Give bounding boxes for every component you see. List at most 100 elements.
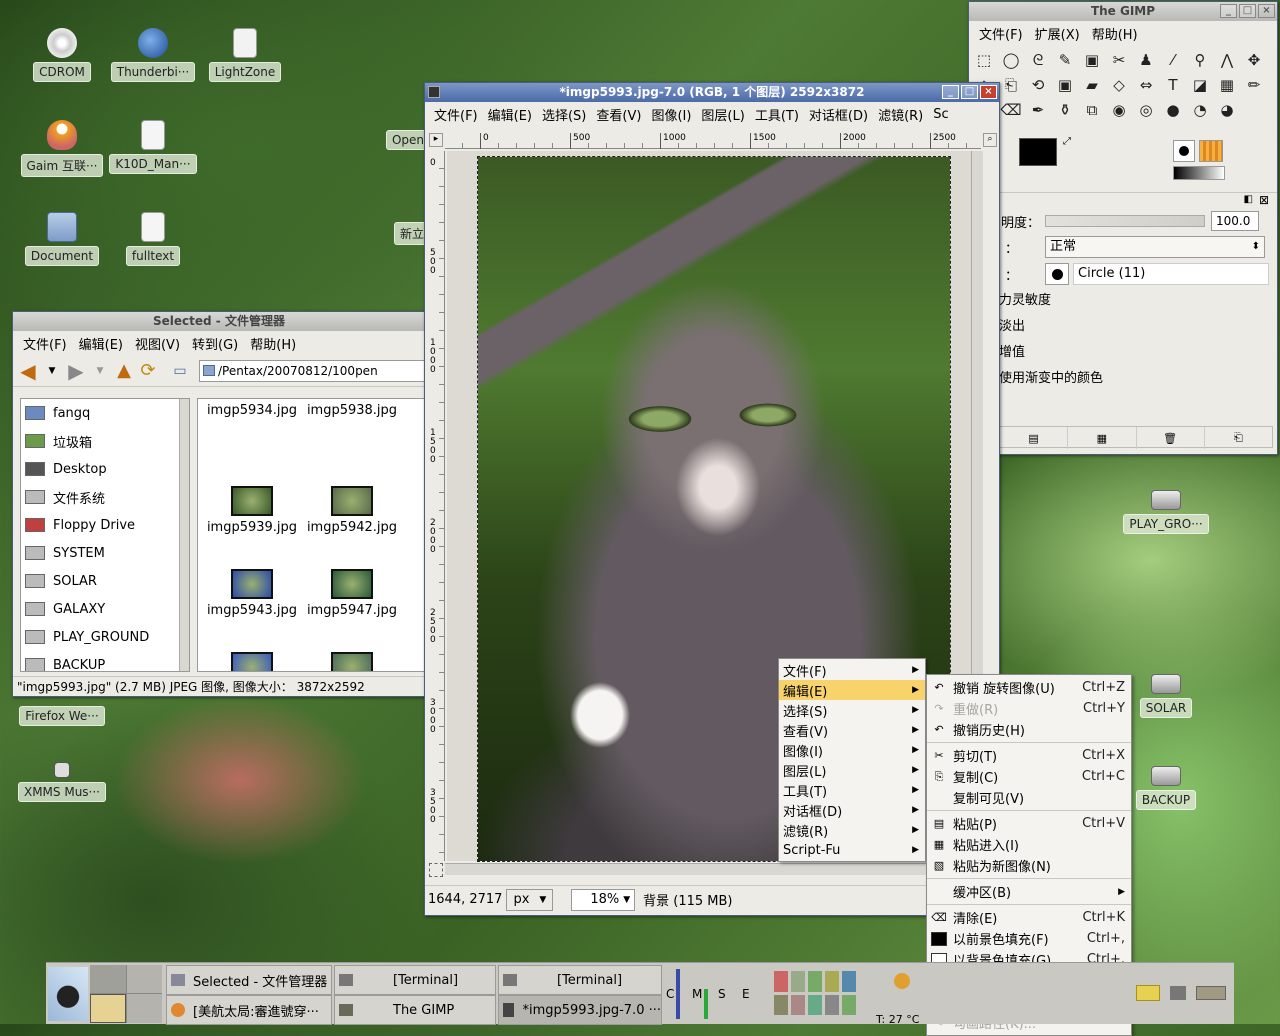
launcher-icons[interactable] xyxy=(774,971,864,1015)
forward-icon[interactable]: ▶ xyxy=(65,359,87,383)
file-item[interactable]: imgp5943.jpg xyxy=(202,569,302,652)
menu-extensions[interactable]: 扩展(X) xyxy=(1029,24,1086,43)
menu-item[interactable]: 工具(T) xyxy=(750,105,804,124)
desktop-icon-solar[interactable]: SOLAR xyxy=(1120,674,1212,721)
sidebar-item[interactable]: Desktop xyxy=(21,455,189,483)
toolbox-titlebar[interactable]: The GIMP _ □ × xyxy=(969,2,1277,21)
desktop-icon-play-ground[interactable]: PLAY_GRO··· xyxy=(1120,490,1212,537)
desktop-icon-firefox[interactable]: Firefox We··· xyxy=(16,706,108,729)
reset-icon[interactable]: ⎗ xyxy=(1205,427,1272,449)
sidebar-item[interactable]: BACKUP xyxy=(21,651,189,671)
brush-indicator[interactable] xyxy=(1173,140,1195,162)
sidebar-item[interactable]: 垃圾箱 xyxy=(21,427,189,455)
edit-menu-item[interactable]: ⌫ 清除(E) Ctrl+K xyxy=(927,907,1131,928)
refresh-icon[interactable]: ⟳ xyxy=(137,360,159,382)
edit-menu-item[interactable]: ↶ 撤销 旋转图像(U) Ctrl+Z xyxy=(927,677,1131,698)
color-picker-icon[interactable]: ⁄ xyxy=(1162,49,1184,71)
move-icon[interactable]: ✥ xyxy=(1243,49,1265,71)
file-item[interactable]: imgp5939.jpg xyxy=(202,486,302,569)
ellipse-select-icon[interactable]: ◯ xyxy=(1000,49,1022,71)
sidebar-item[interactable]: Floppy Drive xyxy=(21,511,189,539)
rotate-icon[interactable]: ⟲ xyxy=(1027,74,1049,96)
text-icon[interactable]: T xyxy=(1162,74,1184,96)
task-terminal-2[interactable]: [Terminal] xyxy=(498,965,662,995)
task-terminal-1[interactable]: [Terminal] xyxy=(334,965,496,995)
menu-item[interactable]: 图像(I) xyxy=(646,105,696,124)
desktop-icon-fulltext[interactable]: fulltext xyxy=(107,212,199,269)
quick-mask-icon[interactable] xyxy=(429,863,443,877)
close-button[interactable]: × xyxy=(1258,4,1275,18)
workspace-switcher[interactable] xyxy=(90,965,162,1023)
blend-icon[interactable]: ▦ xyxy=(1216,74,1238,96)
tool-option[interactable]: 使用渐变中的颜色 xyxy=(999,366,1277,392)
airbrush-icon[interactable]: ✒ xyxy=(1027,99,1049,121)
context-menu-item[interactable]: 选择(S) ▶ xyxy=(779,700,925,720)
menu-edit[interactable]: 编辑(E) xyxy=(73,334,129,353)
foreground-color[interactable] xyxy=(1019,138,1057,166)
tray-icons[interactable] xyxy=(1136,979,1232,1007)
back-icon[interactable]: ◀ xyxy=(17,359,39,383)
shear-icon[interactable]: ▰ xyxy=(1081,74,1103,96)
menu-item[interactable]: 滤镜(R) xyxy=(873,105,928,124)
dodge-burn-icon[interactable]: ◕ xyxy=(1216,99,1238,121)
sidebar-item[interactable]: PLAY_GROUND xyxy=(21,623,189,651)
menu-item[interactable]: Sc xyxy=(928,107,953,122)
pattern-indicator[interactable] xyxy=(1199,140,1223,162)
edit-menu-item[interactable]: ▤ 粘贴(P) Ctrl+V xyxy=(927,813,1131,834)
desktop-icon-thunderbird[interactable]: Thunderbi··· xyxy=(107,28,199,85)
menu-item[interactable]: 选择(S) xyxy=(537,105,591,124)
measure-icon[interactable]: ⋀ xyxy=(1216,49,1238,71)
file-item[interactable]: imgp5948.jpg xyxy=(202,652,302,671)
context-menu-item[interactable]: 图层(L) ▶ xyxy=(779,760,925,780)
edit-menu-item[interactable]: ▦ 粘贴进入(I) xyxy=(927,834,1131,855)
file-item[interactable]: imgp5934.jpg xyxy=(202,403,302,486)
edit-menu-item[interactable]: ▧ 粘贴为新图像(N) xyxy=(927,855,1131,876)
context-menu-item[interactable]: Script-Fu ▶ xyxy=(779,840,925,860)
weather-icon[interactable] xyxy=(894,973,910,989)
sidebar-item[interactable]: 文件系统 xyxy=(21,483,189,511)
forward-dropdown-icon[interactable]: ▼ xyxy=(89,360,111,382)
desktop-icon-cdrom[interactable]: CDROM xyxy=(16,28,108,85)
crop-icon[interactable]: ⎗ xyxy=(1000,74,1022,96)
pencil-icon[interactable]: ✏ xyxy=(1243,74,1265,96)
edit-menu-item[interactable]: ⎘ 复制(C) Ctrl+C xyxy=(927,766,1131,787)
dock-tab-icon[interactable]: ◧ xyxy=(1244,194,1253,205)
file-item[interactable]: imgp5942.jpg xyxy=(302,486,402,569)
menu-go[interactable]: 转到(G) xyxy=(186,334,244,353)
rect-select-icon[interactable]: ⬚ xyxy=(973,49,995,71)
maximize-button[interactable]: □ xyxy=(961,85,978,99)
context-menu-item[interactable]: 工具(T) ▶ xyxy=(779,780,925,800)
tool-option[interactable]: 力灵敏度 xyxy=(999,288,1277,314)
scissors-icon[interactable]: ✂ xyxy=(1108,49,1130,71)
restore-icon[interactable]: ▦ xyxy=(1068,427,1137,449)
edit-menu-item[interactable]: 缓冲区(B) ▶ xyxy=(927,881,1131,902)
swap-colors-icon[interactable]: ⤢ xyxy=(1063,136,1071,147)
unit-select[interactable]: px ▼ xyxy=(506,888,554,911)
xfce-mouse-icon[interactable] xyxy=(48,967,88,1021)
up-icon[interactable]: ▲ xyxy=(113,360,135,382)
path-bar[interactable]: /Pentax/20070812/100pen xyxy=(199,359,425,382)
task-firefox[interactable]: [美航太局:審進號穿··· xyxy=(166,995,332,1025)
file-item[interactable]: imgp5947.jpg xyxy=(302,569,402,652)
bucket-fill-icon[interactable]: ◪ xyxy=(1189,74,1211,96)
opacity-slider[interactable] xyxy=(1045,215,1205,227)
desktop-icon-gaim[interactable]: Gaim 互联··· xyxy=(16,120,108,180)
minimize-button[interactable]: _ xyxy=(942,85,959,99)
mode-select[interactable]: 正常 ⬍ xyxy=(1045,236,1265,258)
zoom-corner-icon[interactable]: ⌕ xyxy=(983,133,997,147)
drive-icon[interactable] xyxy=(1170,986,1186,1000)
canvas-scrollbar-h[interactable] xyxy=(445,863,983,875)
heal-icon[interactable]: ◉ xyxy=(1108,99,1130,121)
close-button[interactable]: × xyxy=(980,85,997,99)
scale-icon[interactable]: ▣ xyxy=(1054,74,1076,96)
menu-item[interactable]: 图层(L) xyxy=(696,105,749,124)
smudge-icon[interactable]: ◔ xyxy=(1189,99,1211,121)
desktop-icon-document[interactable]: Document xyxy=(16,212,108,269)
eraser-icon[interactable]: ⌫ xyxy=(1000,99,1022,121)
desktop-icon-xmms[interactable]: XMMS Mus··· xyxy=(16,762,108,805)
task-image-window[interactable]: *imgp5993.jpg-7.0 ··· xyxy=(498,995,662,1025)
menu-item[interactable]: 编辑(E) xyxy=(483,105,537,124)
context-menu-item[interactable]: 编辑(E) ▶ xyxy=(779,680,925,700)
menu-file[interactable]: 文件(F) xyxy=(17,334,73,353)
desktop-icon-open[interactable]: Open xyxy=(360,130,430,153)
